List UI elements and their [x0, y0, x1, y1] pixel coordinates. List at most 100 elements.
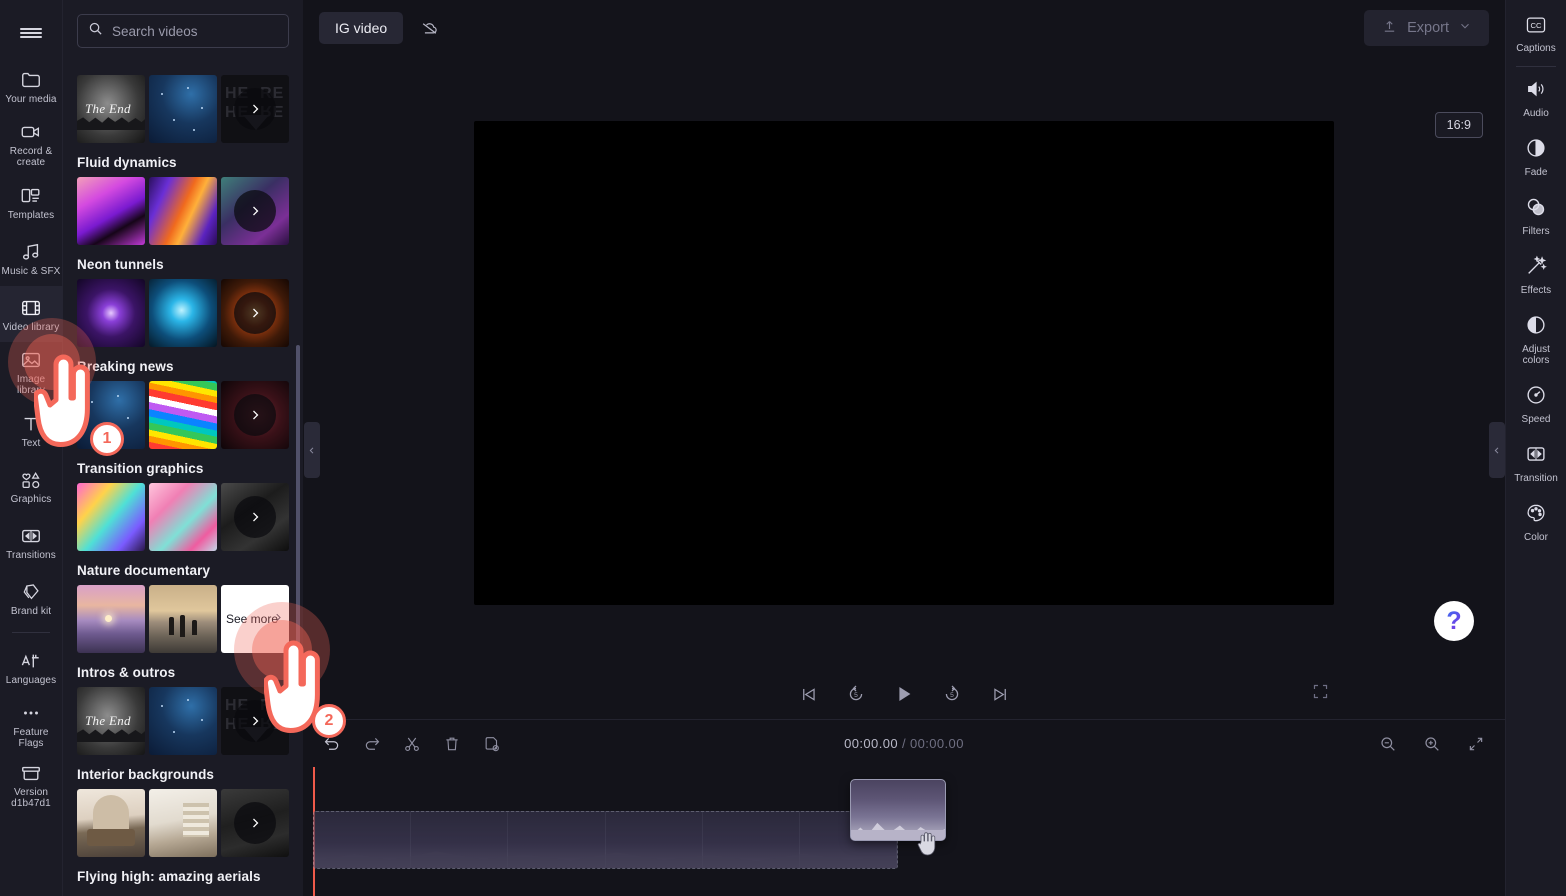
sidebar-item-feature-flags[interactable]: Feature Flags — [0, 695, 63, 755]
category-scroll-area[interactable]: The End HE REHE RE Fluid dynam — [63, 56, 303, 896]
property-item-adjust-colors[interactable]: Adjust colors — [1506, 305, 1566, 375]
see-more-overlay-icon[interactable] — [221, 75, 289, 143]
zoom-in-button[interactable] — [1421, 733, 1443, 755]
redo-button[interactable] — [361, 733, 383, 755]
delete-button[interactable] — [441, 733, 463, 755]
question-mark-icon: ? — [1446, 606, 1462, 635]
video-thumb-the-end[interactable]: The End — [77, 687, 145, 755]
property-item-fade[interactable]: Fade — [1506, 128, 1566, 187]
duplicate-add-button[interactable] — [481, 733, 503, 755]
property-item-captions[interactable]: CC Captions — [1506, 6, 1566, 63]
video-thumb-glitch-bars[interactable] — [149, 381, 217, 449]
video-thumb-balloons-dark[interactable] — [221, 483, 289, 551]
see-more-overlay-icon[interactable] — [221, 789, 289, 857]
sidebar-item-brand-kit[interactable]: Brand kit — [0, 570, 63, 626]
property-item-filters[interactable]: Filters — [1506, 187, 1566, 246]
sidebar-item-video-library[interactable]: Video library — [0, 286, 63, 342]
hamburger-icon[interactable] — [0, 8, 63, 58]
video-thumb-interior-arch[interactable] — [77, 789, 145, 857]
rewind-5s-button[interactable]: 5 — [843, 681, 869, 707]
video-thumb-fluid-orange[interactable] — [149, 177, 217, 245]
video-thumb-interior-dark[interactable] — [221, 789, 289, 857]
video-thumb-interior-hall[interactable] — [149, 789, 217, 857]
split-button[interactable] — [401, 733, 423, 755]
property-label: Filters — [1522, 226, 1550, 237]
see-more-overlay-icon[interactable] — [221, 687, 289, 755]
project-name-field[interactable]: IG video — [319, 12, 404, 44]
see-more-overlay-icon[interactable] — [221, 483, 289, 551]
see-more-overlay-icon[interactable] — [221, 381, 289, 449]
thumb-grid — [77, 279, 289, 347]
shapes-icon — [20, 469, 42, 491]
thumb-grid: The End HE REHE RE — [77, 75, 289, 143]
see-more-overlay-icon[interactable] — [221, 279, 289, 347]
property-item-color[interactable]: Color — [1506, 493, 1566, 552]
see-more-button[interactable]: See more — [221, 585, 289, 653]
templates-icon — [20, 185, 42, 207]
timeline-tools — [321, 733, 503, 755]
sidebar-item-templates[interactable]: Templates — [0, 174, 63, 230]
fullscreen-button[interactable] — [1312, 683, 1329, 705]
video-thumb-here-we-go[interactable]: HE REHE RE — [221, 687, 289, 755]
category-section: Breaking news — [77, 359, 289, 449]
fade-icon — [1525, 137, 1547, 164]
video-thumb-fluid-pink[interactable] — [77, 177, 145, 245]
video-thumb-neon-cyan[interactable] — [149, 279, 217, 347]
timeline-zoom-controls — [1377, 733, 1487, 755]
property-item-effects[interactable]: Effects — [1506, 246, 1566, 305]
search-input[interactable] — [112, 23, 278, 39]
forward-5s-button[interactable]: 5 — [939, 681, 965, 707]
video-thumb-fluid-teal[interactable] — [221, 177, 289, 245]
see-more-overlay-icon[interactable] — [221, 177, 289, 245]
property-item-speed[interactable]: Speed — [1506, 375, 1566, 434]
video-thumb-blue-network[interactable] — [149, 687, 217, 755]
video-thumb-balloons[interactable] — [77, 483, 145, 551]
video-thumb-beach-figures[interactable] — [149, 585, 217, 653]
sidebar-item-transitions[interactable]: Transitions — [0, 514, 63, 570]
video-thumb-blue-network[interactable] — [149, 75, 217, 143]
sidebar-item-text[interactable]: Text — [0, 402, 63, 458]
right-sidebar: CC Captions Audio Fade Filters Effects A… — [1505, 0, 1566, 896]
skip-to-end-button[interactable] — [987, 681, 1013, 707]
sidebar-item-version[interactable]: Version d1b47d1 — [0, 755, 63, 815]
camera-icon — [20, 121, 42, 143]
zoom-out-button[interactable] — [1377, 733, 1399, 755]
undo-button[interactable] — [321, 733, 343, 755]
video-thumb-neon-purple[interactable] — [77, 279, 145, 347]
cloud-off-icon[interactable] — [411, 12, 447, 44]
play-button[interactable] — [891, 681, 917, 707]
sidebar-item-music-sfx[interactable]: Music & SFX — [0, 230, 63, 286]
chevron-down-icon — [1459, 20, 1471, 36]
collapse-panel-handle-left[interactable] — [304, 422, 320, 478]
video-thumb-the-end[interactable]: The End — [77, 75, 145, 143]
video-thumb-balloons-pink[interactable] — [149, 483, 217, 551]
aspect-ratio-badge[interactable]: 16:9 — [1434, 112, 1483, 138]
search-box[interactable] — [77, 14, 289, 48]
collapse-panel-handle-right[interactable] — [1489, 422, 1505, 478]
help-button[interactable]: ? — [1434, 601, 1474, 641]
sidebar-item-label: Text — [21, 437, 41, 449]
video-thumb-glitch-dark[interactable] — [221, 381, 289, 449]
video-preview-canvas[interactable] — [474, 120, 1334, 605]
sidebar-item-your-media[interactable]: Your media — [0, 58, 63, 114]
timeline-area[interactable]: Drag & drop videos here — [303, 767, 1505, 896]
sidebar-item-image-library[interactable]: Image library — [0, 342, 63, 402]
sidebar-item-graphics[interactable]: Graphics — [0, 458, 63, 514]
transition-icon — [1525, 443, 1547, 470]
video-library-panel: The End HE REHE RE Fluid dynam — [63, 0, 303, 896]
category-title — [77, 60, 289, 68]
video-thumb-sunset-sea[interactable] — [77, 585, 145, 653]
video-thumb-here-we-go[interactable]: HE REHE RE — [221, 75, 289, 143]
panel-scrollbar[interactable] — [296, 345, 300, 645]
picture-icon — [20, 349, 42, 371]
video-thumb-blue-network[interactable] — [77, 381, 145, 449]
video-thumb-neon-amber[interactable] — [221, 279, 289, 347]
skip-to-start-button[interactable] — [795, 681, 821, 707]
export-button[interactable]: Export — [1364, 10, 1489, 46]
sidebar-item-languages[interactable]: Languages — [0, 639, 63, 695]
fit-to-screen-button[interactable] — [1465, 733, 1487, 755]
top-toolbar: IG video Export — [303, 0, 1505, 56]
property-item-audio[interactable]: Audio — [1506, 69, 1566, 128]
sidebar-item-record-create[interactable]: Record & create — [0, 114, 63, 174]
property-item-transition[interactable]: Transition — [1506, 434, 1566, 493]
